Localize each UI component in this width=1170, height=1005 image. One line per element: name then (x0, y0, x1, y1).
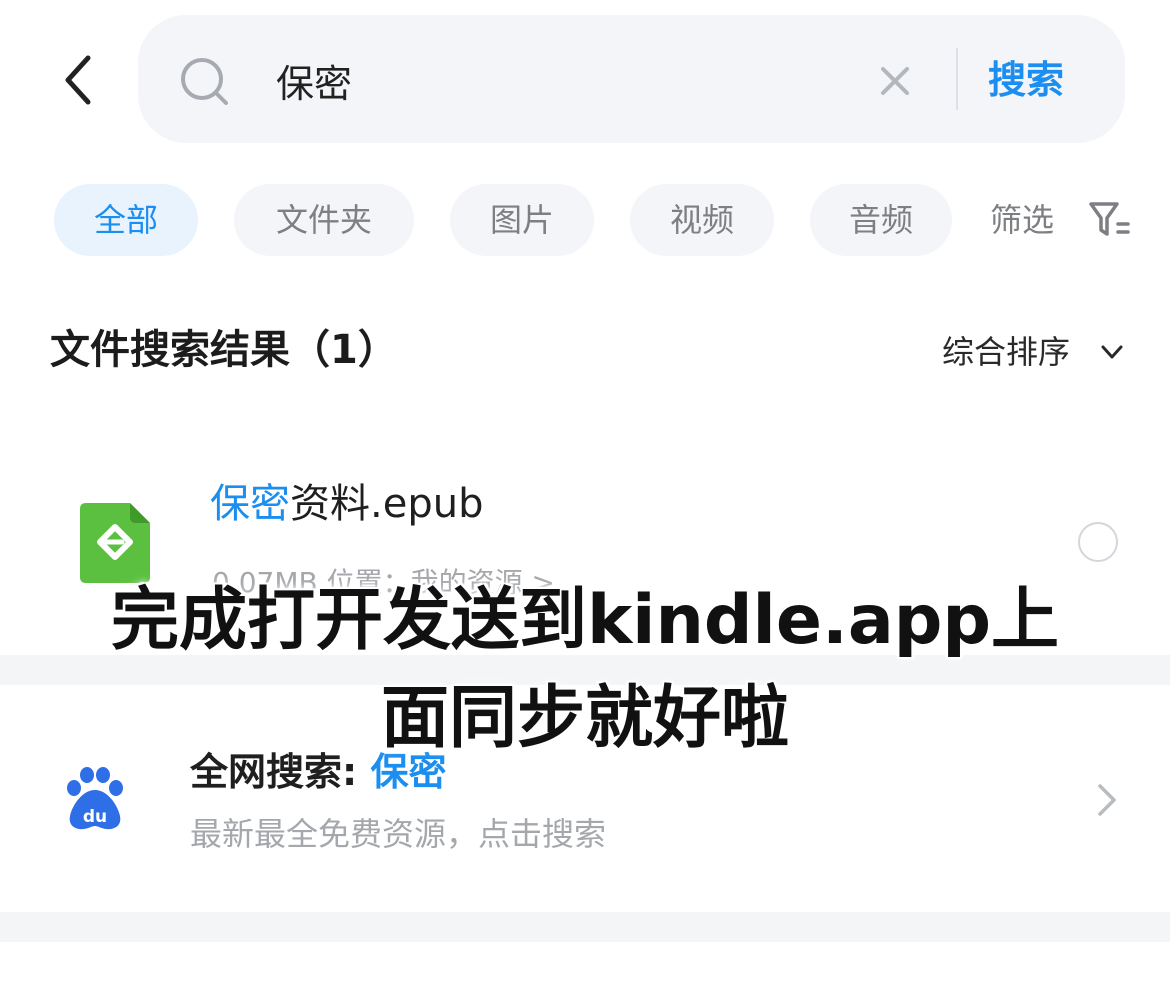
file-name-rest: 资料.epub (290, 481, 484, 527)
search-input[interactable] (276, 50, 836, 110)
filter-chip-video[interactable]: 视频 (630, 184, 774, 256)
epub-file-icon (80, 503, 150, 583)
filter-chip-audio[interactable]: 音频 (810, 184, 952, 256)
screen-filter-button[interactable]: 筛选 (990, 184, 1054, 256)
filter-icon[interactable] (1088, 200, 1130, 240)
baidu-icon-text: du (83, 807, 107, 827)
section-divider-bottom (0, 912, 1170, 942)
back-button[interactable] (56, 52, 100, 108)
overlay-caption: 完成打开发送到kindle.app上 面同步就好啦 (40, 572, 1130, 768)
baidu-paw-icon: du (62, 766, 128, 832)
file-select-radio[interactable] (1078, 522, 1118, 562)
chevron-down-icon[interactable] (1098, 338, 1126, 366)
filter-chip-folder[interactable]: 文件夹 (234, 184, 414, 256)
close-icon (881, 67, 909, 95)
caption-line-2: 面同步就好啦 (380, 679, 789, 758)
web-search-subtitle: 最新最全免费资源，点击搜索 (190, 815, 607, 853)
filter-chip-all[interactable]: 全部 (54, 184, 198, 256)
caption-line-1: 完成打开发送到kindle.app上 (110, 581, 1060, 660)
file-name[interactable]: 保密资料.epub (210, 474, 483, 534)
search-icon (178, 55, 230, 107)
results-title: 文件搜索结果（1） (50, 327, 398, 373)
search-submit-button[interactable]: 搜索 (988, 50, 1088, 110)
search-divider (956, 48, 958, 110)
filter-chip-image[interactable]: 图片 (450, 184, 594, 256)
clear-search-button[interactable] (878, 64, 912, 98)
sort-dropdown[interactable]: 综合排序 (942, 324, 1070, 380)
file-name-highlight: 保密 (210, 481, 290, 527)
chevron-right-icon (1094, 782, 1120, 818)
chevron-left-icon (65, 55, 91, 105)
